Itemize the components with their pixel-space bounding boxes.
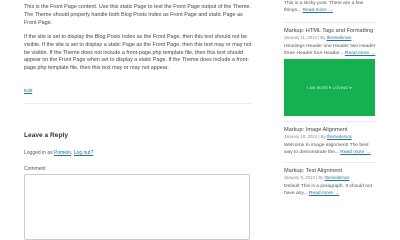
read-more-link[interactable]: Read more → [309, 191, 339, 196]
comment-textarea[interactable] [24, 174, 250, 240]
page-content: This is the Front Page content. Use this… [24, 4, 252, 97]
sidebar-divider [284, 21, 376, 23]
content-paragraph-1: This is the Front Page content. Use this… [24, 4, 252, 26]
logged-in-prefix: Logged in as [24, 150, 55, 156]
logout-link[interactable]: Log out? [74, 150, 93, 156]
post-title-link[interactable]: Markup: Text Alignment [284, 168, 376, 174]
post-date: January 11, 2013 [284, 34, 317, 40]
featured-image[interactable]: I AM WORTH LOVING ♥ [284, 59, 375, 117]
post-meta: January 11, 2013 | By themedemos [284, 35, 376, 40]
post-meta: January 10, 2013 | By themedemos [284, 134, 376, 139]
post-author-link[interactable]: themedemos [327, 35, 352, 40]
sidebar-post-3: Markup: Text Alignment January 9, 2013 |… [284, 168, 376, 198]
post-by: | By [317, 134, 327, 140]
sidebar-post-2: Markup: Image Alignment January 10, 2013… [284, 127, 376, 157]
post-title-link[interactable]: Markup: Image Alignment [284, 127, 376, 133]
post-title-link[interactable]: Markup: HTML Tags and Formatting [284, 28, 376, 34]
post-excerpt: Default This is a paragraph. It should n… [284, 183, 376, 198]
read-more-link[interactable]: Read more → [340, 150, 370, 155]
sidebar-post-1: Markup: HTML Tags and Formatting January… [284, 28, 376, 58]
post-author-link[interactable]: themedemos [327, 134, 352, 139]
sidebar-divider [284, 121, 376, 123]
edit-link[interactable]: Edit [24, 89, 32, 94]
comment-label: Comment [24, 166, 46, 172]
post-by: | By [314, 174, 325, 180]
post-meta: January 9, 2013 | By themedemos [284, 175, 376, 180]
content-paragraph-2: If the site is set to display the Blog P… [24, 33, 252, 72]
post-date: January 9, 2013 [284, 174, 315, 180]
content-divider [24, 103, 252, 104]
logged-in-line: Logged in as Pomelo. Log out? [24, 150, 93, 156]
sidebar: This is a sticky post. There are a few t… [284, 0, 376, 197]
read-more-link[interactable]: Read more → [345, 51, 375, 56]
post-author-link[interactable]: themedemos [325, 175, 350, 180]
post-excerpt: Headings Header one Header two Header th… [284, 43, 376, 58]
post-excerpt: Welcome to image alignment! The best way… [284, 142, 376, 157]
post-by: | By [316, 34, 327, 40]
post-date: January 10, 2013 [284, 134, 318, 140]
featured-image-caption: I AM WORTH LOVING ♥ [307, 85, 352, 90]
sidebar-divider [284, 161, 376, 163]
sticky-read-more-link[interactable]: Read more → [303, 8, 333, 13]
reply-title: Leave a Reply [24, 132, 68, 139]
user-profile-link[interactable]: Pomelo [54, 150, 71, 156]
sticky-post-excerpt: This is a sticky post. There are a few t… [284, 0, 376, 15]
